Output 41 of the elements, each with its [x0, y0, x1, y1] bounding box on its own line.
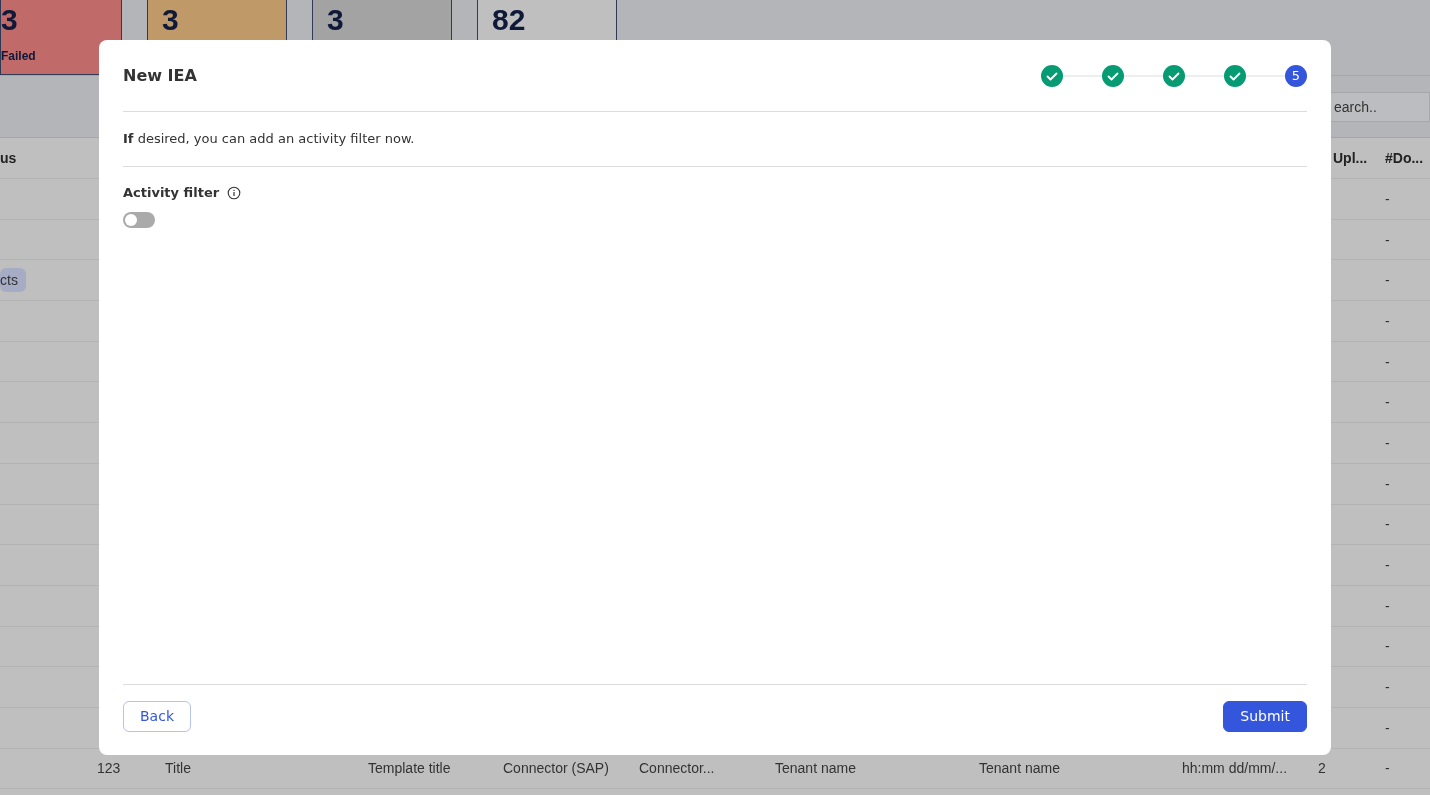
stat-label: Failed	[1, 49, 37, 63]
table-cell: -	[1385, 190, 1390, 207]
table-cell: -	[1385, 394, 1390, 411]
table-cell: Tenant name	[979, 760, 1060, 777]
column-header[interactable]: Upl...	[1333, 150, 1368, 166]
table-cell: Title	[165, 760, 191, 777]
table-cell: Tenant name	[775, 760, 856, 777]
toggle-switch[interactable]	[123, 212, 155, 228]
table-cell: 123	[97, 760, 121, 777]
table-cell: Template title	[368, 760, 451, 777]
intro-text: If desired, you can add an activity filter now.	[123, 130, 416, 148]
table-cell: -	[1385, 597, 1390, 614]
table-cell: -	[1385, 475, 1390, 492]
stat-value: 3	[162, 2, 180, 38]
table-cell: -	[1385, 719, 1390, 736]
step-indicator: 5	[1285, 64, 1307, 87]
stat-value: 3	[1, 2, 19, 38]
table-cell: Connector...	[639, 760, 715, 777]
table-cell: -	[1385, 272, 1390, 289]
submit-button[interactable]: Submit	[1223, 700, 1307, 732]
status-tag: cts	[0, 268, 26, 293]
table-cell: -	[1385, 679, 1390, 696]
table-cell: -	[1385, 312, 1390, 329]
stat-value: 82	[492, 2, 527, 38]
dialog-title: New IEA	[123, 66, 197, 85]
table-cell: -	[1385, 434, 1390, 451]
table-cell: -	[1385, 353, 1390, 370]
table-cell: Connector (SAP)	[503, 760, 609, 777]
table-cell: -	[1385, 516, 1390, 533]
column-header[interactable]: #Do...	[1385, 150, 1424, 166]
table-cell: -	[1385, 638, 1390, 655]
table-cell: -	[1385, 231, 1390, 248]
table-cell: -	[1385, 760, 1390, 777]
stat-value: 3	[327, 2, 345, 38]
field-label: Activity filter	[123, 185, 220, 200]
table-cell: -	[1385, 557, 1390, 574]
table-cell: 2	[1318, 760, 1326, 777]
column-header[interactable]: us	[0, 150, 17, 166]
back-button[interactable]: Back	[123, 700, 191, 732]
table-cell: hh:mm dd/mm/...	[1182, 760, 1288, 777]
info-icon[interactable]	[227, 185, 242, 200]
